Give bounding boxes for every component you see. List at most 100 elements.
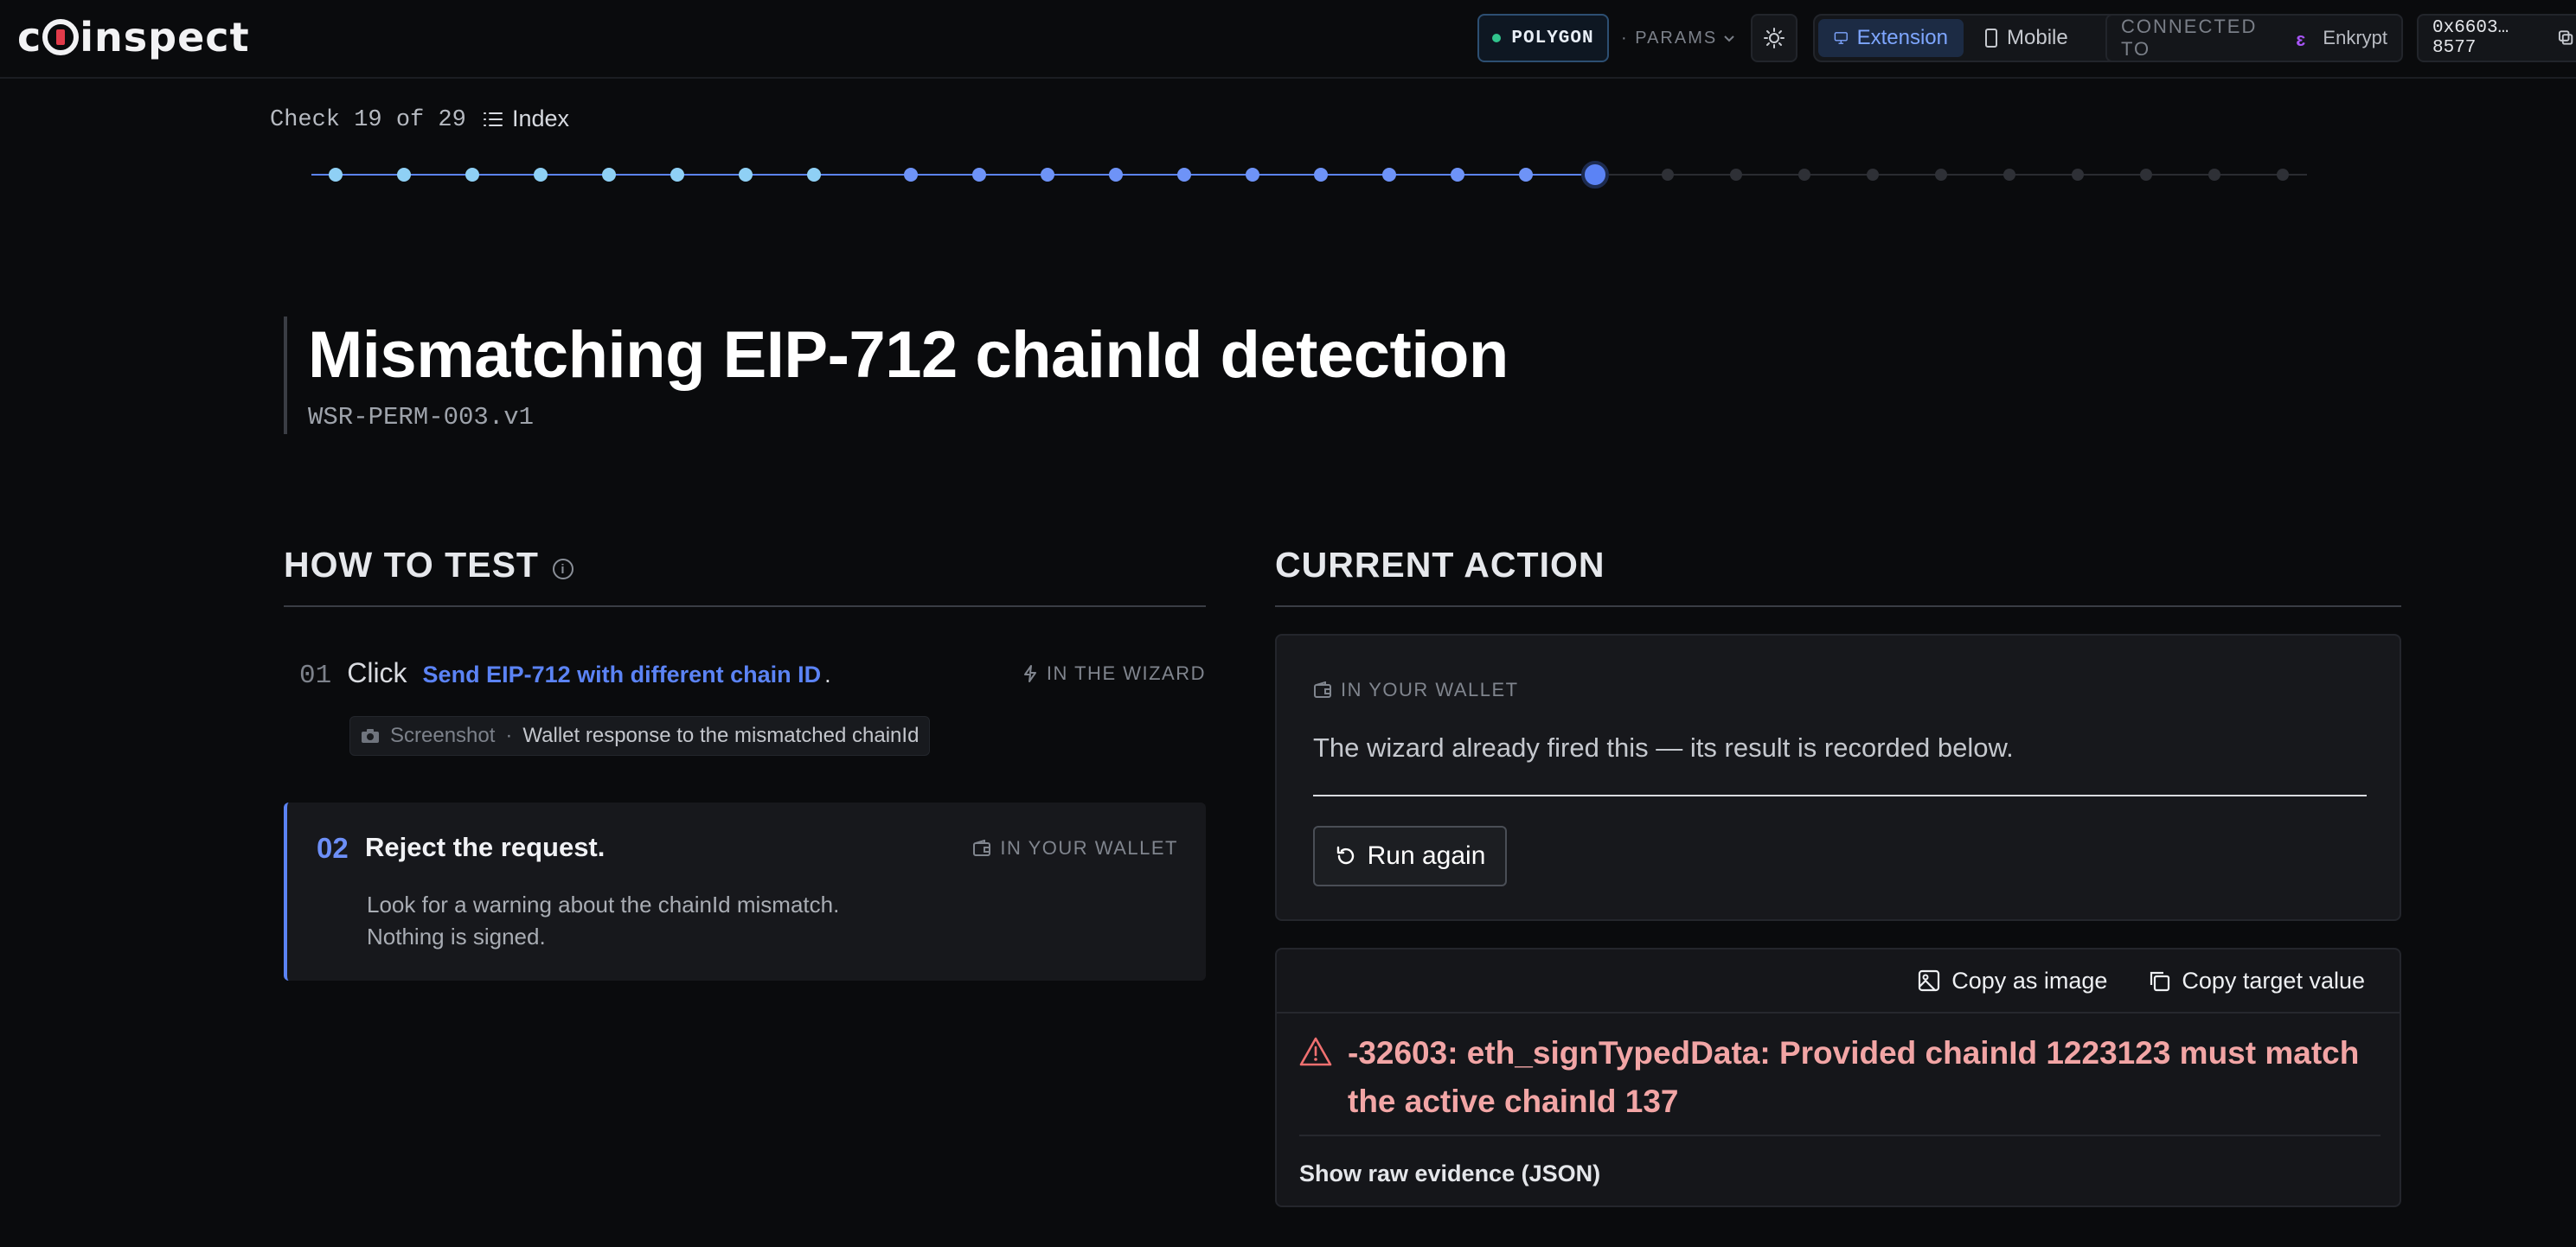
view-extension-label: Extension [1856, 26, 1948, 49]
copy-as-image-label: Copy as image [1951, 967, 2108, 994]
step-location-label: IN YOUR WALLET [1000, 837, 1178, 859]
index-label: Index [512, 106, 570, 131]
wallet-icon [1314, 681, 1331, 698]
progress-step-done[interactable] [670, 168, 684, 182]
monitor-icon [1834, 32, 1848, 44]
copy-icon [2150, 971, 2170, 992]
list-icon [484, 112, 503, 126]
coinspect-logo[interactable]: c inspect [17, 14, 250, 61]
index-button[interactable]: Index [483, 106, 569, 132]
logo-text-start: c [17, 14, 42, 61]
view-mobile-button[interactable]: Mobile [1969, 19, 2084, 57]
current-action-header: CURRENT ACTION [1275, 545, 2401, 607]
progress-step-done[interactable] [1382, 168, 1396, 182]
copy-icon[interactable] [2558, 29, 2574, 47]
progress-step-done[interactable] [329, 168, 343, 182]
evidence-description: Wallet response to the mismatched chainI… [522, 724, 920, 747]
wallet-address[interactable]: 0x6603…8577 [2417, 14, 2576, 62]
image-icon [1919, 969, 1940, 992]
step-description: Look for a warning about the chainId mis… [367, 889, 839, 953]
progress-step-pending[interactable] [1798, 169, 1810, 181]
check-title-block: Mismatching EIP-712 chainId detection WS… [284, 317, 1509, 434]
info-icon[interactable]: i [552, 559, 574, 579]
progress-step-pending[interactable] [2072, 169, 2084, 181]
step-location-tag: IN THE WIZARD [1022, 662, 1206, 685]
progress-step-done[interactable] [534, 168, 548, 182]
run-again-label: Run again [1367, 841, 1486, 870]
warning-triangle-icon [1299, 1037, 1332, 1066]
step-location-label: IN THE WIZARD [1046, 662, 1206, 684]
page-title: Mismatching EIP-712 chainId detection [308, 318, 1509, 392]
wallet-icon [973, 840, 991, 856]
step-title: Reject the request. [365, 832, 606, 862]
progress-step-pending[interactable] [2277, 169, 2289, 181]
progress-step-done[interactable] [1041, 168, 1054, 182]
progress-step-done[interactable] [397, 168, 411, 182]
step-number: 01 [299, 661, 332, 691]
divider [1313, 795, 2367, 796]
action-message: The wizard already fired this — its resu… [1313, 732, 2014, 763]
wallet-address-text: 0x6603…8577 [2432, 18, 2509, 58]
action-location-label: IN YOUR WALLET [1341, 679, 1519, 700]
progress-step-done[interactable] [1109, 168, 1123, 182]
view-mobile-label: Mobile [2007, 26, 2068, 49]
lightning-icon [1023, 665, 1036, 682]
progress-step-done[interactable] [739, 168, 753, 182]
connected-wallet-badge[interactable]: CONNECTED TO ɛ Enkrypt [2105, 14, 2403, 62]
step-suffix: . [824, 662, 831, 687]
progress-step-pending[interactable] [1867, 169, 1879, 181]
copy-as-image-button[interactable]: Copy as image [1917, 968, 2107, 994]
result-toolbar: Copy as image Copy target value [1277, 950, 2400, 1014]
send-eip712-action-link[interactable]: Send EIP-712 with different chain ID [423, 662, 822, 688]
params-dropdown[interactable]: · PARAMS [1621, 14, 1736, 62]
action-location-tag: IN YOUR WALLET [1313, 679, 1519, 701]
progress-step-done[interactable] [465, 168, 479, 182]
logo-mark-icon [42, 19, 80, 55]
step-number: 02 [317, 832, 349, 864]
evidence-chip: Screenshot · Wallet response to the mism… [349, 716, 931, 756]
progress-step-done[interactable] [1246, 168, 1259, 182]
chevron-down-icon [1724, 35, 1734, 42]
progress-step-pending[interactable] [1730, 169, 1742, 181]
progress-step-done[interactable] [602, 168, 616, 182]
theme-toggle-button[interactable] [1751, 14, 1797, 62]
progress-step-pending[interactable] [2208, 169, 2220, 181]
progress-step-pending[interactable] [1935, 169, 1947, 181]
progress-step-done[interactable] [1451, 168, 1464, 182]
refresh-icon [1336, 846, 1354, 865]
error-text: -32603: eth_signTypedData: Provided chai… [1348, 1035, 2360, 1119]
params-label: · PARAMS [1621, 28, 1718, 48]
progress-step-done[interactable] [904, 168, 918, 182]
check-id: WSR-PERM-003.v1 [308, 403, 535, 432]
run-again-button[interactable]: Run again [1313, 826, 1507, 886]
how-to-test-heading: HOW TO TEST [284, 545, 539, 585]
evidence-kind: Screenshot [390, 724, 496, 747]
enkrypt-icon: ɛ [2296, 29, 2306, 50]
progress-step-pending[interactable] [1662, 169, 1674, 181]
view-extension-button[interactable]: Extension [1818, 19, 1964, 57]
evidence-separator: · [505, 724, 513, 747]
network-label: POLYGON [1511, 28, 1594, 48]
network-selector[interactable]: POLYGON [1477, 14, 1609, 62]
step-location-tag: IN YOUR WALLET [972, 837, 1178, 860]
step-verb: Click [347, 657, 407, 688]
step-description-line: Nothing is signed. [367, 924, 546, 950]
copy-target-value-button[interactable]: Copy target value [2147, 968, 2365, 994]
progress-step-done[interactable] [1177, 168, 1191, 182]
camera-icon [362, 729, 379, 743]
progress-step-done[interactable] [972, 168, 986, 182]
check-counter: Check 19 of 29 [270, 107, 466, 133]
step-description-line: Look for a warning about the chainId mis… [367, 892, 840, 918]
how-to-test-header: HOW TO TEST i [284, 545, 1206, 607]
show-raw-evidence-toggle[interactable]: Show raw evidence (JSON) [1299, 1161, 1600, 1187]
network-status-icon [1492, 34, 1502, 42]
progress-step-done[interactable] [1519, 168, 1533, 182]
progress-step-pending[interactable] [2140, 169, 2152, 181]
top-bar: c inspect POLYGON · PARAMS Extension Mob… [0, 0, 2576, 79]
progress-step-current[interactable] [1581, 161, 1609, 189]
sun-icon [1764, 28, 1785, 48]
progress-step-done[interactable] [1314, 168, 1328, 182]
progress-step-done[interactable] [807, 168, 821, 182]
current-action-heading: CURRENT ACTION [1275, 545, 1605, 585]
progress-step-pending[interactable] [2003, 169, 2015, 181]
